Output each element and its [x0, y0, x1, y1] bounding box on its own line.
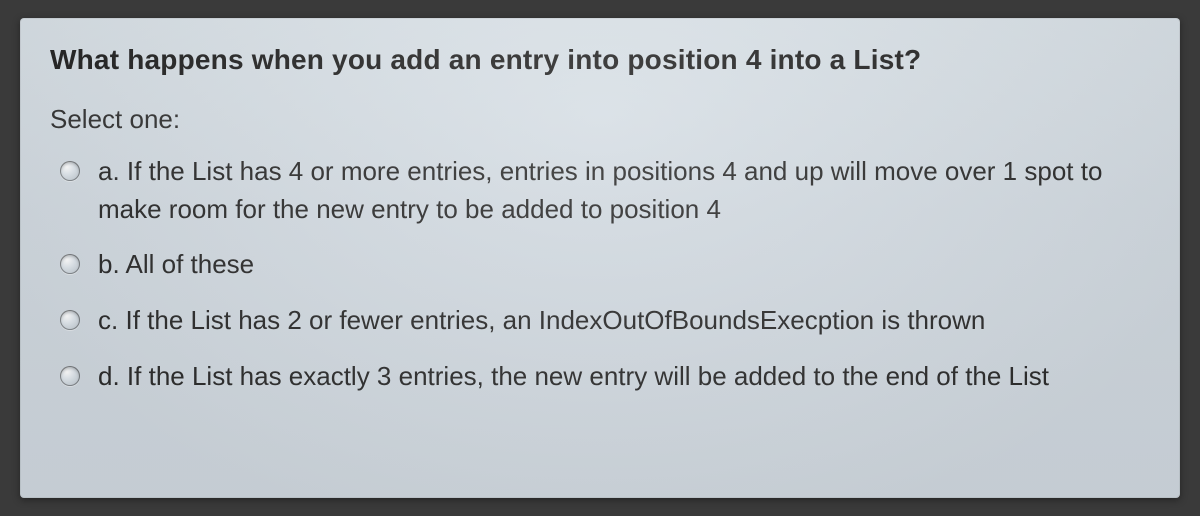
question-card: What happens when you add an entry into …: [20, 18, 1180, 498]
options-list: a. If the List has 4 or more entries, en…: [50, 153, 1150, 395]
option-text-b: b. All of these: [98, 246, 1150, 284]
option-body: All of these: [125, 249, 254, 279]
option-text-d: d. If the List has exactly 3 entries, th…: [98, 358, 1150, 396]
option-c[interactable]: c. If the List has 2 or fewer entries, a…: [60, 302, 1150, 340]
option-text-c: c. If the List has 2 or fewer entries, a…: [98, 302, 1150, 340]
option-body: If the List has exactly 3 entries, the n…: [127, 361, 1049, 391]
radio-icon[interactable]: [60, 310, 80, 330]
option-letter: c.: [98, 305, 118, 335]
option-b[interactable]: b. All of these: [60, 246, 1150, 284]
question-text: What happens when you add an entry into …: [50, 44, 1150, 76]
option-text-a: a. If the List has 4 or more entries, en…: [98, 153, 1150, 228]
option-body: If the List has 2 or fewer entries, an I…: [125, 305, 985, 335]
radio-icon[interactable]: [60, 366, 80, 386]
select-one-prompt: Select one:: [50, 104, 1150, 135]
option-body: If the List has 4 or more entries, entri…: [98, 156, 1102, 224]
radio-icon[interactable]: [60, 161, 80, 181]
option-letter: a.: [98, 156, 120, 186]
option-a[interactable]: a. If the List has 4 or more entries, en…: [60, 153, 1150, 228]
option-letter: b.: [98, 249, 120, 279]
option-d[interactable]: d. If the List has exactly 3 entries, th…: [60, 358, 1150, 396]
radio-icon[interactable]: [60, 254, 80, 274]
option-letter: d.: [98, 361, 120, 391]
